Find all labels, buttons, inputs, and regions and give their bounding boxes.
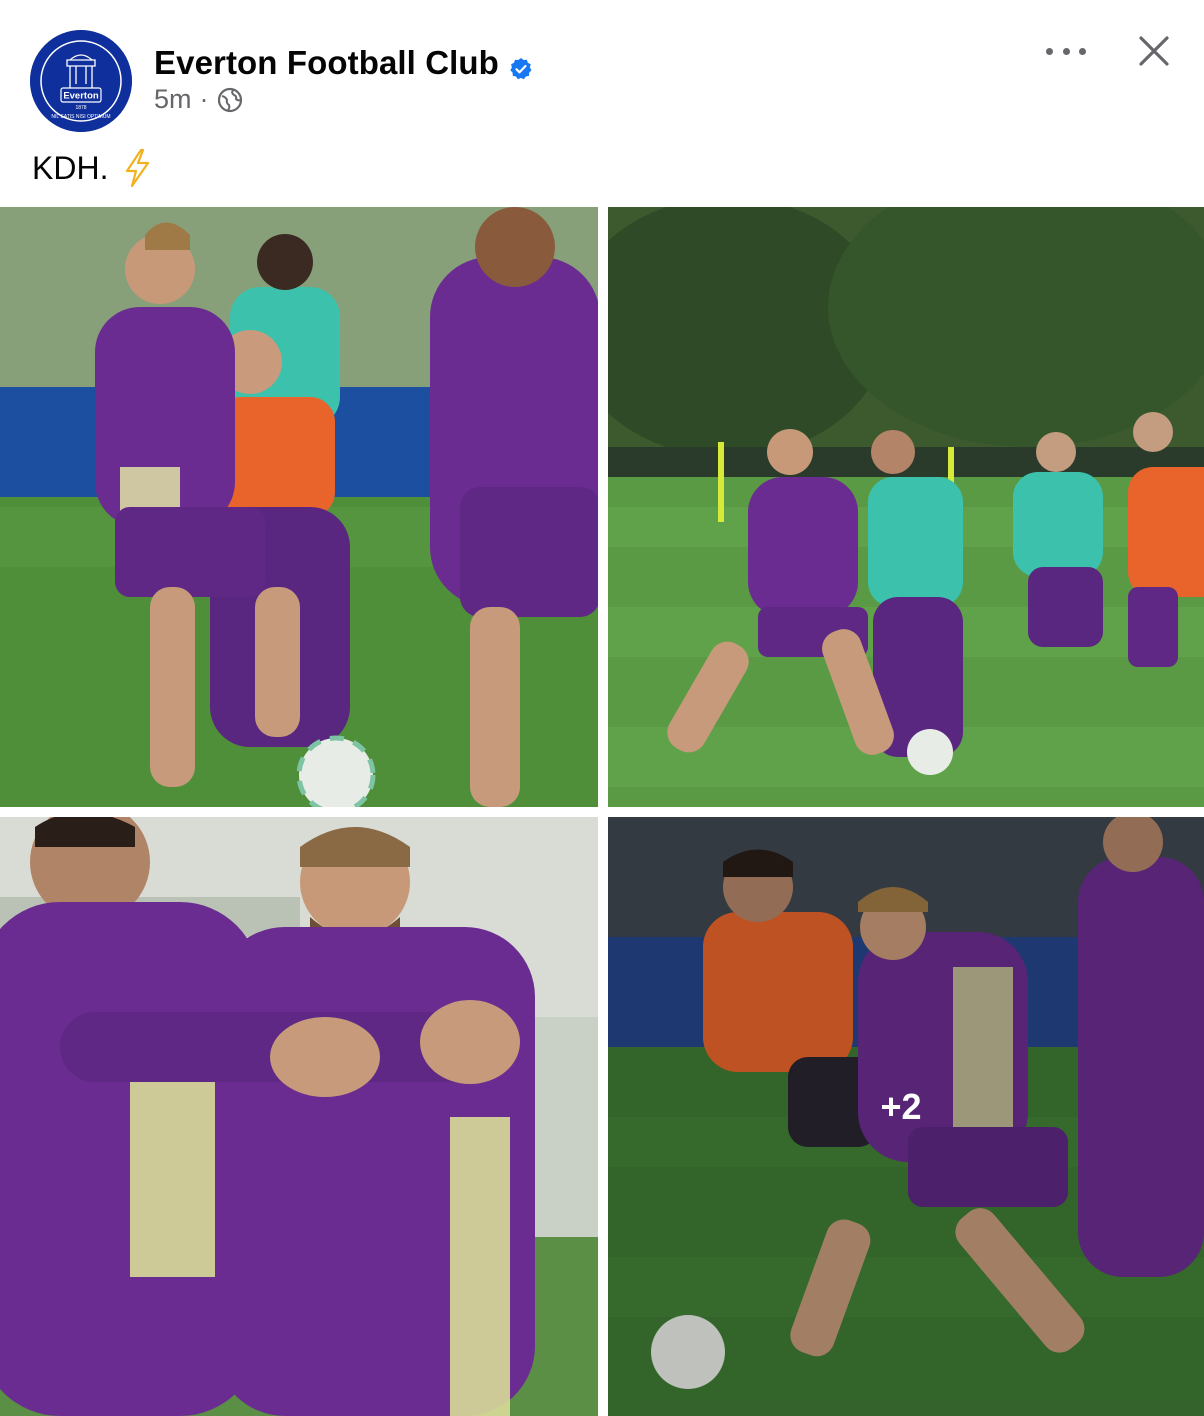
gallery-photo-3[interactable]	[0, 817, 598, 1416]
more-photos-count: +2	[880, 1085, 922, 1127]
lightning-bolt-icon	[122, 148, 152, 188]
caption-text: KDH.	[32, 149, 109, 186]
post-meta: 5m ·	[154, 84, 243, 115]
post-caption: KDH.	[32, 148, 152, 188]
verified-badge-icon	[509, 51, 533, 80]
meta-separator: ·	[199, 84, 209, 114]
crest-label: Everton	[63, 91, 99, 102]
page-name-link[interactable]: Everton Football Club	[154, 44, 499, 82]
everton-crest-logo: Everton 1878 NIL SATIS NISI OPTIMUM	[30, 30, 132, 132]
post-header: Everton 1878 NIL SATIS NISI OPTIMUM Ever…	[0, 0, 1204, 140]
gallery-photo-1[interactable]	[0, 207, 598, 807]
photo-gallery: +2	[0, 207, 1204, 1416]
more-photos-overlay[interactable]: +2	[608, 817, 1204, 1416]
page-name-row: Everton Football Club	[154, 44, 533, 82]
crest-motto: NIL SATIS NISI OPTIMUM	[51, 114, 110, 120]
close-icon[interactable]	[1137, 34, 1171, 68]
globe-icon[interactable]	[217, 87, 243, 113]
gallery-photo-2[interactable]	[608, 207, 1204, 807]
gallery-photo-4[interactable]: +2	[608, 817, 1204, 1416]
post-timestamp[interactable]: 5m	[154, 84, 192, 115]
page-avatar[interactable]: Everton 1878 NIL SATIS NISI OPTIMUM	[30, 30, 132, 132]
more-options-icon[interactable]	[1046, 40, 1086, 62]
crest-year: 1878	[75, 105, 86, 111]
